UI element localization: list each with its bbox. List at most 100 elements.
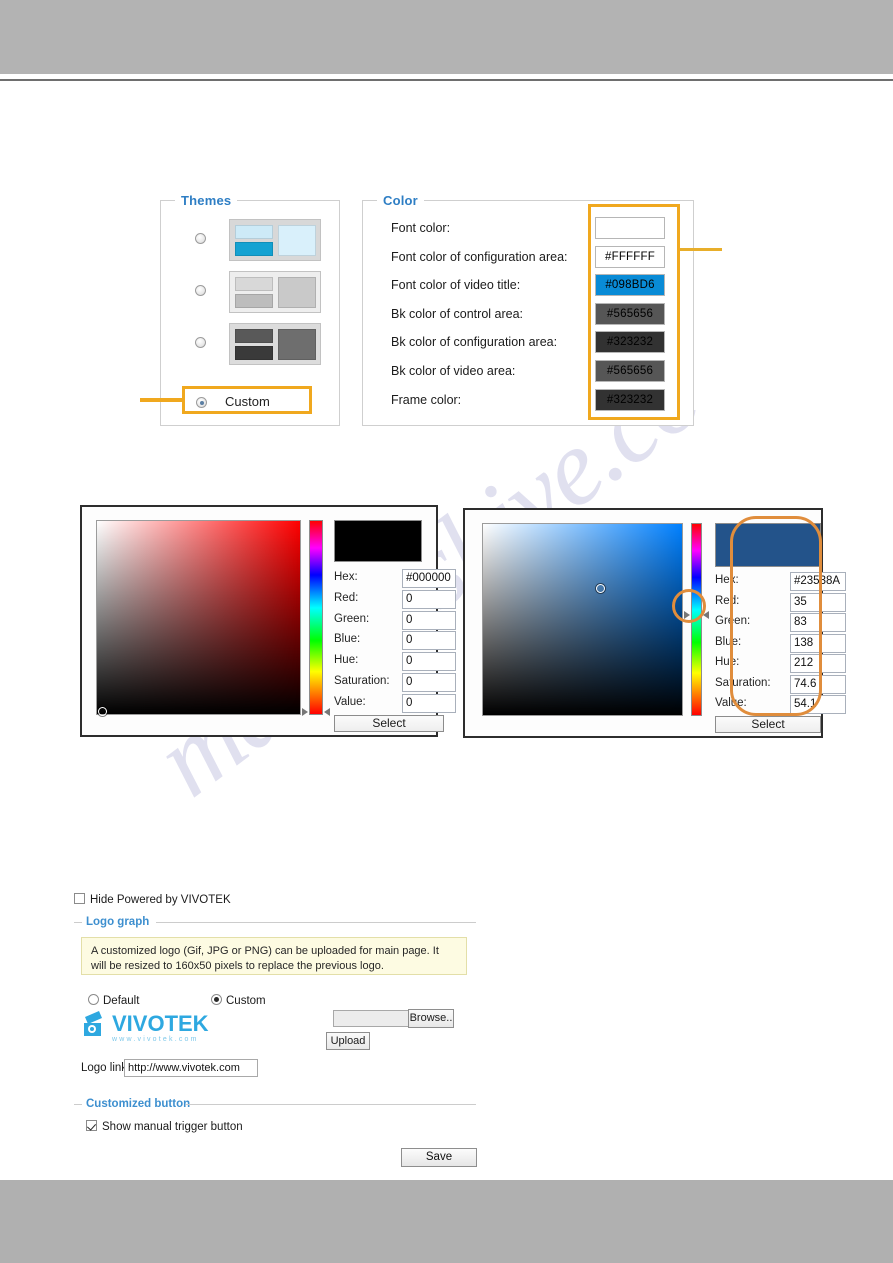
picker-field-row: Red: 35 — [715, 592, 849, 613]
vivotek-camera-icon — [84, 1011, 102, 1036]
color-swatch-field[interactable]: #323232 — [595, 331, 665, 354]
picker-field-label: Green: — [715, 615, 751, 627]
custom-callout-line — [140, 398, 188, 402]
picker-field-input[interactable]: 0 — [402, 693, 456, 713]
picker-field-row: Green: 83 — [715, 613, 849, 633]
color-row-6: Bk color of video area: #565656 — [363, 358, 693, 386]
hue-slider-right[interactable] — [691, 523, 702, 716]
picker-field-input[interactable]: 74.6 — [790, 674, 846, 694]
picker-field-input[interactable]: 0 — [402, 652, 456, 672]
color-row-5: Bk color of configuration area: #323232 — [363, 329, 693, 357]
page-bottom-band — [0, 1180, 893, 1263]
color-row-7: Frame color: #323232 — [363, 387, 693, 415]
select-button-left[interactable]: Select — [334, 715, 444, 732]
hide-powered-by-vivotek-option[interactable]: Hide Powered by VIVOTEK — [74, 893, 231, 906]
theme-radio-3[interactable] — [195, 337, 206, 348]
logo-default-option[interactable]: Default — [88, 994, 139, 1007]
theme-thumb-bottom-block — [235, 346, 273, 360]
hue-handle-left-icon[interactable] — [302, 708, 308, 716]
show-manual-trigger-label: Show manual trigger button — [102, 1121, 243, 1133]
color-swatch-field[interactable]: #FFFFFF — [595, 245, 665, 268]
sv-cursor-icon[interactable] — [98, 707, 107, 716]
picker-field-input[interactable]: 0 — [402, 673, 456, 692]
hue-handle-right-icon[interactable] — [324, 708, 330, 716]
customized-button-legend: Customized button — [86, 1098, 191, 1110]
select-button-right[interactable]: Select — [715, 716, 821, 733]
picker-field-input[interactable]: 35 — [790, 592, 846, 612]
color-row-label: Font color of configuration area: — [391, 249, 568, 264]
picker-field-row: Hex: #23538A — [715, 572, 849, 592]
picker-field-label: Saturation: — [715, 676, 771, 689]
picker-field-input[interactable]: 83 — [790, 613, 846, 632]
browse-button[interactable]: Browse.. — [408, 1009, 454, 1028]
picker-field-row: Value: 0 — [334, 693, 458, 714]
show-manual-trigger-checkbox[interactable] — [86, 1120, 97, 1131]
theme-thumb-left-column — [235, 277, 273, 308]
color-row-label: Font color of video title: — [391, 278, 521, 293]
logo-file-input[interactable] — [333, 1010, 411, 1027]
logo-custom-option[interactable]: Custom — [211, 994, 266, 1007]
theme-thumbnail-2[interactable] — [229, 271, 321, 313]
logo-default-radio[interactable] — [88, 994, 99, 1005]
custom-radio[interactable] — [196, 397, 207, 408]
color-swatch-callout-line — [680, 248, 722, 251]
picker-field-row: Value: 54.1 — [715, 695, 849, 715]
color-swatch-field[interactable]: #098BD6 — [595, 274, 665, 297]
picker-field-label: Red: — [334, 591, 359, 604]
theme-thumb-top-block — [235, 329, 273, 343]
picker-field-input[interactable]: 212 — [790, 654, 846, 673]
picker-field-input[interactable]: #23538A — [790, 572, 846, 591]
logo-custom-label: Custom — [226, 995, 266, 1007]
color-row-2: Font color of configuration area: #FFFFFF — [363, 244, 693, 272]
color-preview-right — [715, 523, 821, 567]
saturation-value-field-right[interactable] — [482, 523, 683, 716]
color-swatch-field[interactable]: #323232 — [595, 388, 665, 411]
sv-cursor-icon[interactable] — [596, 584, 605, 593]
theme-option-2[interactable] — [161, 267, 339, 313]
saturation-value-field-left[interactable] — [96, 520, 301, 716]
theme-thumb-right-block — [278, 329, 316, 360]
color-legend: Color — [377, 193, 424, 208]
picker-field-row: Green: 0 — [334, 610, 458, 631]
logo-custom-radio[interactable] — [211, 994, 222, 1005]
theme-thumb-top-block — [235, 277, 273, 291]
hide-powered-label: Hide Powered by VIVOTEK — [90, 894, 231, 906]
color-swatch-field[interactable]: #565656 — [595, 302, 665, 325]
theme-thumb-bottom-block — [235, 242, 273, 256]
page-top-band — [0, 0, 893, 74]
color-row-3: Font color of video title: #098BD6 — [363, 272, 693, 300]
theme-radio-1[interactable] — [195, 233, 206, 244]
picker-field-input[interactable]: 0 — [402, 631, 456, 651]
picker-field-input[interactable]: 0 — [402, 610, 456, 630]
color-swatch-field[interactable]: #565656 — [595, 360, 665, 382]
picker-field-input[interactable]: #000000 — [402, 569, 456, 588]
theme-option-custom[interactable]: Custom — [182, 386, 312, 414]
theme-option-1[interactable] — [161, 215, 339, 261]
color-panel: Color Font color: Font color of configura… — [362, 193, 694, 426]
color-swatch-field[interactable] — [595, 217, 665, 239]
hue-handle-left-icon[interactable] — [684, 611, 690, 619]
theme-radio-2[interactable] — [195, 285, 206, 296]
theme-thumbnail-1[interactable] — [229, 219, 321, 261]
color-picker-right: Hex: #23538A Red: 35 Green: 83 Blue: 138 Hue: 212… — [463, 508, 846, 738]
hide-powered-checkbox[interactable] — [74, 893, 85, 904]
picker-field-label: Green: — [334, 612, 370, 625]
show-manual-trigger-option[interactable]: Show manual trigger button — [86, 1120, 243, 1133]
hue-slider-left[interactable] — [309, 520, 323, 715]
hue-handle-right-icon[interactable] — [703, 611, 709, 619]
theme-thumbnail-3[interactable] — [229, 323, 321, 365]
picker-field-label: Hue: — [334, 654, 359, 667]
picker-field-label: Value: — [715, 697, 747, 709]
picker-field-input[interactable]: 138 — [790, 633, 846, 653]
picker-field-input[interactable]: 54.1 — [790, 695, 846, 714]
picker-field-label: Blue: — [334, 633, 361, 646]
logo-link-input[interactable]: http://www.vivotek.com — [124, 1059, 258, 1077]
theme-thumb-top-block — [235, 225, 273, 239]
picker-field-input[interactable]: 0 — [402, 589, 456, 609]
logo-graph-rule — [156, 922, 476, 923]
color-row-label: Font color: — [391, 221, 451, 235]
theme-option-3[interactable] — [161, 319, 339, 365]
theme-thumb-right-block — [278, 225, 316, 256]
save-button[interactable]: Save — [401, 1148, 477, 1167]
upload-button[interactable]: Upload — [326, 1032, 370, 1050]
